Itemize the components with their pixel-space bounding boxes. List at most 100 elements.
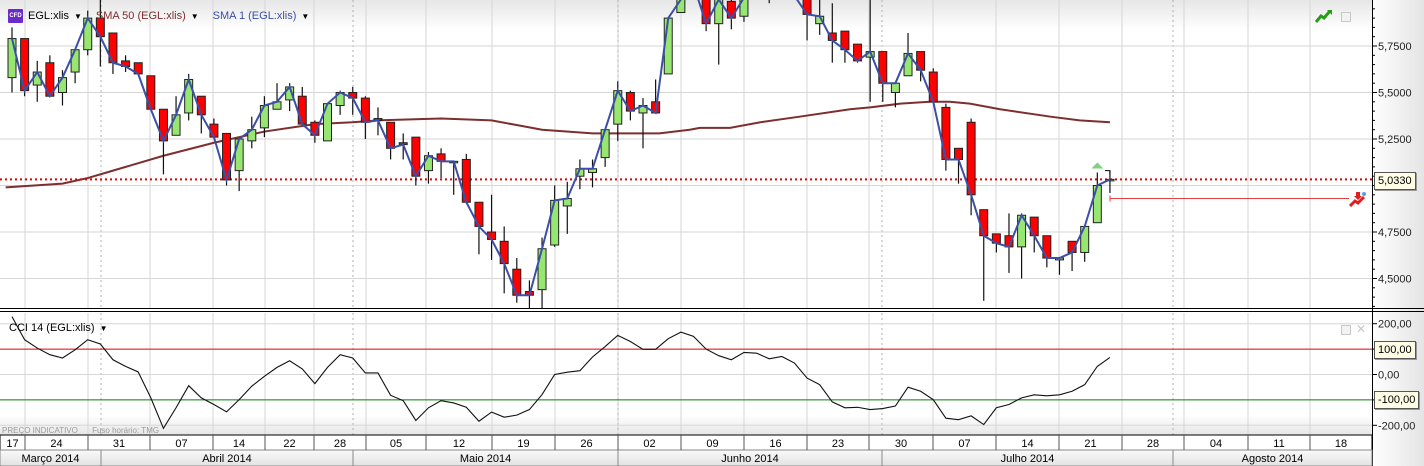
- price-axis-label: 5,5000: [1378, 88, 1412, 100]
- current-candle-marker: [1104, 170, 1111, 175]
- candle-body-up: [70, 49, 80, 73]
- close-cci-panel-icon[interactable]: ✕: [1356, 323, 1366, 335]
- dropdown-caret-icon[interactable]: ▼: [100, 324, 108, 333]
- sma50-label: SMA 50 (EGL:xlis): [95, 10, 186, 22]
- sma1-legend-item[interactable]: SMA 1 (EGL:xlis) ▼: [213, 10, 310, 22]
- week-label: 18: [1335, 438, 1347, 450]
- week-label: 14: [233, 438, 245, 450]
- week-label: 30: [895, 438, 907, 450]
- month-label: Maio 2014: [460, 453, 511, 465]
- candle[interactable]: [348, 86, 358, 115]
- month-label: Março 2014: [21, 453, 79, 465]
- month-label: Julho 2014: [1001, 453, 1055, 465]
- week-label: 16: [769, 438, 781, 450]
- candle[interactable]: [411, 136, 421, 186]
- symbol-label: EGL:xlis: [28, 10, 69, 22]
- cci-axis-label: 0,00: [1378, 370, 1399, 382]
- candle[interactable]: [209, 118, 219, 138]
- maximize-price-panel-button[interactable]: [1341, 12, 1351, 22]
- candle[interactable]: [121, 55, 131, 73]
- week-label: 22: [283, 438, 295, 450]
- candle-body-down: [954, 147, 963, 160]
- cci-axis-label: 200,00: [1378, 319, 1412, 331]
- candle[interactable]: [32, 60, 42, 102]
- grid-lines: [0, 0, 1372, 435]
- week-label: 07: [175, 438, 187, 450]
- price-note: PREÇO INDICATIVO: [2, 426, 78, 435]
- candle[interactable]: [449, 160, 459, 195]
- price-axis-label: 4,5000: [1378, 274, 1412, 286]
- week-label: 09: [706, 438, 718, 450]
- candle-body-down: [297, 95, 307, 125]
- candle[interactable]: [714, 0, 724, 65]
- price-axis-label: 5,2500: [1378, 134, 1412, 146]
- candle-body-down: [966, 121, 976, 196]
- week-label: 31: [113, 438, 125, 450]
- candle[interactable]: [588, 159, 598, 188]
- candle-body-down: [941, 106, 951, 160]
- cci-upper-level-badge: 100,00: [1374, 341, 1416, 359]
- cfd-icon: CFD: [8, 9, 23, 23]
- candle[interactable]: [487, 194, 497, 260]
- date-axis-row: [0, 434, 1373, 451]
- week-label: 19: [517, 438, 529, 450]
- timezone-note: Fuso horário: TMG: [92, 426, 160, 435]
- week-label: 24: [50, 438, 62, 450]
- candle-body-down: [512, 268, 522, 296]
- month-label: Abril 2014: [202, 453, 252, 465]
- candle[interactable]: [7, 27, 17, 93]
- signal-marker-icon[interactable]: [1091, 162, 1104, 169]
- price-alert-icon[interactable]: [1349, 191, 1367, 207]
- price-axis-label: 4,7500: [1378, 227, 1412, 239]
- week-label: 11: [1273, 438, 1284, 450]
- candle-body-up: [537, 248, 547, 291]
- maximize-cci-panel-button[interactable]: [1341, 325, 1351, 335]
- week-label: 17: [6, 438, 18, 450]
- week-label: 02: [643, 438, 655, 450]
- month-label: Junho 2014: [721, 453, 779, 465]
- cci-line: [11, 316, 1111, 430]
- week-label: 04: [1210, 438, 1222, 450]
- axes: 5,7500 5,5000 5,2500 4,7500 4,5000 200,00 0,00…: [0, 0, 1424, 466]
- candle-body-up: [890, 82, 900, 93]
- week-label: 28: [334, 438, 346, 450]
- week-label: 28: [1147, 438, 1159, 450]
- week-label: 12: [453, 438, 465, 450]
- candle[interactable]: [1004, 213, 1014, 273]
- candle-body-up: [1092, 185, 1102, 224]
- candle-body-up: [57, 77, 67, 94]
- dropdown-caret-icon[interactable]: ▼: [191, 12, 199, 21]
- month-label: Agosto 2014: [1242, 453, 1304, 465]
- cci-legend-item[interactable]: CCI 14 (EGL:xlis) ▼: [9, 322, 108, 334]
- week-label: 21: [1084, 438, 1096, 450]
- symbol-legend-item[interactable]: CFD EGL:xlis ▼: [8, 9, 82, 23]
- week-label: 23: [832, 438, 844, 450]
- sma1-label: SMA 1 (EGL:xlis): [212, 10, 297, 22]
- last-price-badge: 5,0330: [1374, 172, 1416, 190]
- candle[interactable]: [1054, 257, 1064, 275]
- candle-body-up: [550, 199, 560, 246]
- candle[interactable]: [272, 83, 282, 110]
- dropdown-caret-icon[interactable]: ▼: [301, 12, 309, 21]
- cci-panel[interactable]: [0, 316, 1372, 430]
- sma50-legend-item[interactable]: SMA 50 (EGL:xlis) ▼: [96, 10, 199, 22]
- dropdown-caret-icon[interactable]: ▼: [74, 12, 82, 21]
- price-legend: CFD EGL:xlis ▼ SMA 50 (EGL:xlis) ▼ SMA 1…: [8, 9, 323, 23]
- candle[interactable]: [436, 148, 446, 179]
- candle-body-up: [600, 129, 610, 159]
- candle-body-down: [802, 0, 812, 15]
- footer-note: PREÇO INDICATIVO Fuso horário: TMG: [2, 426, 171, 435]
- chart-canvas[interactable]: 5,7500 5,5000 5,2500 4,7500 4,5000 200,00 0,00…: [0, 0, 1424, 466]
- candle-body-up: [171, 114, 181, 136]
- week-label: 14: [1021, 438, 1033, 450]
- candle-body-up: [234, 138, 244, 172]
- cci-label: CCI 14 (EGL:xlis): [9, 322, 95, 334]
- price-axis-label: 5,7500: [1378, 41, 1412, 53]
- week-label: 05: [390, 438, 402, 450]
- week-label: 07: [958, 438, 970, 450]
- candle[interactable]: [550, 185, 560, 247]
- candle-body-up: [7, 38, 17, 79]
- trend-up-icon[interactable]: [1315, 9, 1333, 23]
- candle[interactable]: [108, 32, 118, 74]
- candle[interactable]: [941, 103, 951, 171]
